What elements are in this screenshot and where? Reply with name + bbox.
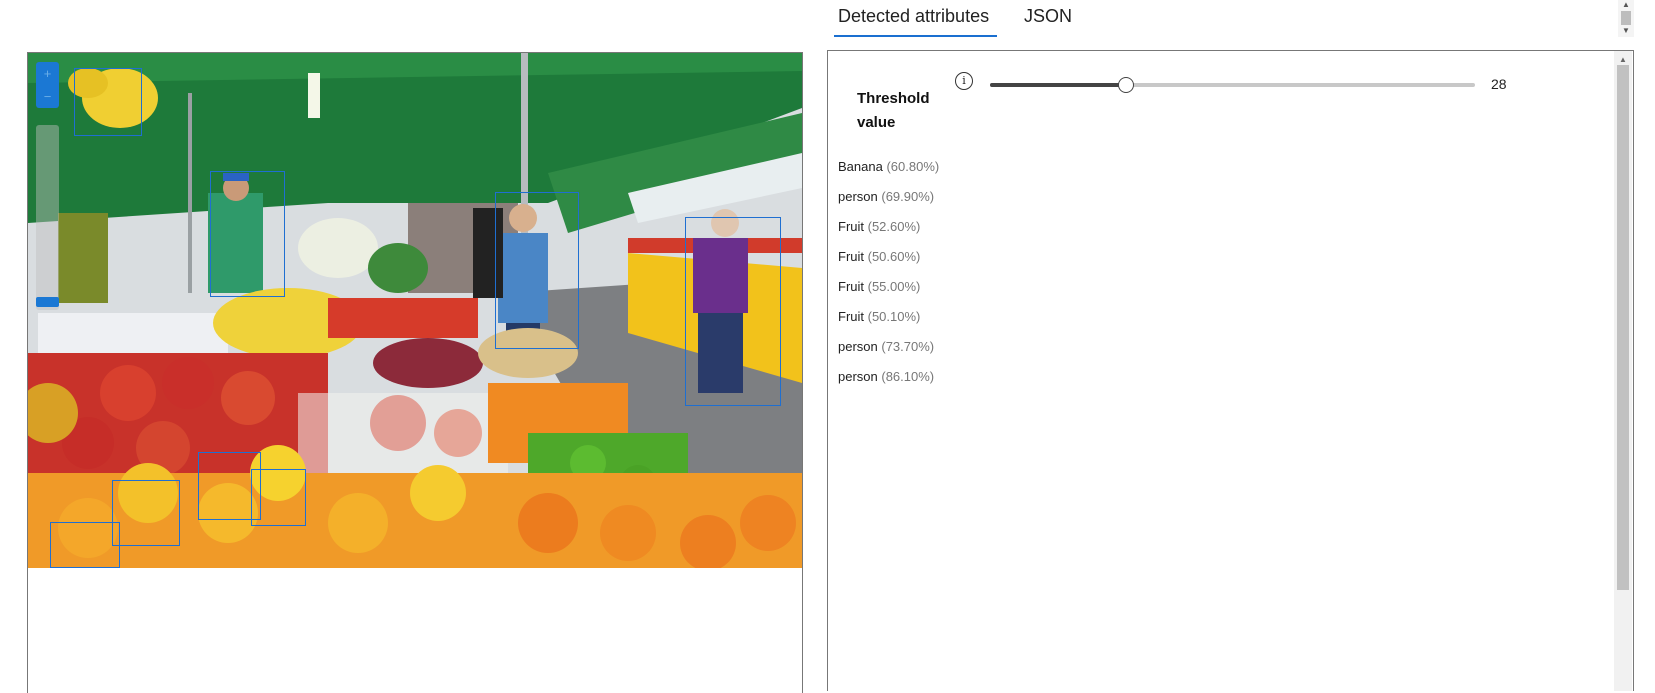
attribute-name: Banana [838,159,883,174]
list-item: Fruit (52.60%) [838,220,939,250]
threshold-slider-thumb[interactable] [1117,77,1134,93]
info-icon[interactable]: i [955,72,973,90]
threshold-value: 28 [1491,76,1507,92]
attributes-scrollbar[interactable]: ▲ [1614,51,1632,691]
attribute-confidence: (50.10%) [867,309,921,324]
page-scrollbar[interactable]: ▲ ▼ [1618,0,1634,37]
list-item: person (73.70%) [838,340,939,370]
bbox-person-3[interactable] [685,217,781,406]
attribute-name: Fruit [838,279,864,294]
attribute-confidence: (55.00%) [867,279,921,294]
list-item: Fruit (50.10%) [838,310,939,340]
market-photo [28,53,802,568]
bbox-person-2[interactable] [495,192,579,349]
attribute-name: person [838,369,878,384]
page-scrollbar-thumb[interactable] [1621,11,1631,25]
zoom-in-button[interactable]: + [36,62,59,85]
bbox-person-1[interactable] [210,171,285,297]
bbox-fruit-2[interactable] [251,469,306,526]
list-item: Fruit (55.00%) [838,280,939,310]
list-item: Fruit (50.60%) [838,250,939,280]
bbox-banana[interactable] [74,68,142,136]
zoom-slider-track[interactable] [36,125,59,310]
bbox-fruit-3[interactable] [112,480,180,546]
tab-json[interactable]: JSON [1024,6,1072,35]
zoom-slider-thumb[interactable] [36,297,59,307]
threshold-label: Threshold value [857,90,930,131]
scroll-down-icon[interactable]: ▼ [1622,26,1630,35]
threshold-slider[interactable] [990,77,1475,93]
zoom-out-button[interactable]: − [36,85,59,108]
zoom-controls[interactable]: + − [36,62,59,108]
attribute-name: person [838,339,878,354]
plus-icon: + [43,66,52,81]
scroll-up-icon[interactable]: ▲ [1619,55,1627,64]
tab-detected-attributes[interactable]: Detected attributes [838,6,989,35]
attribute-name: Fruit [838,219,864,234]
active-tab-indicator [834,35,997,37]
attribute-confidence: (52.60%) [867,219,921,234]
list-item: Banana (60.80%) [838,160,939,190]
attribute-confidence: (73.70%) [881,339,935,354]
attribute-confidence: (60.80%) [886,159,940,174]
attribute-confidence: (69.90%) [881,189,935,204]
image-viewer: + − [27,52,803,693]
attribute-name: person [838,189,878,204]
list-item: person (69.90%) [838,190,939,220]
attribute-name: Fruit [838,249,864,264]
attribute-name: Fruit [838,309,864,324]
scroll-up-icon[interactable]: ▲ [1622,0,1630,9]
attributes-panel: Threshold value i 28 Banana (60.80%) per… [827,50,1634,691]
attribute-confidence: (50.60%) [867,249,921,264]
list-item: person (86.10%) [838,370,939,400]
bbox-fruit-4[interactable] [50,522,120,568]
attribute-confidence: (86.10%) [881,369,935,384]
attributes-scrollbar-thumb[interactable] [1617,65,1629,590]
threshold-slider-fill [990,83,1126,87]
detected-attributes-list: Banana (60.80%) person (69.90%) Fruit (5… [838,160,939,400]
minus-icon: − [43,89,52,104]
